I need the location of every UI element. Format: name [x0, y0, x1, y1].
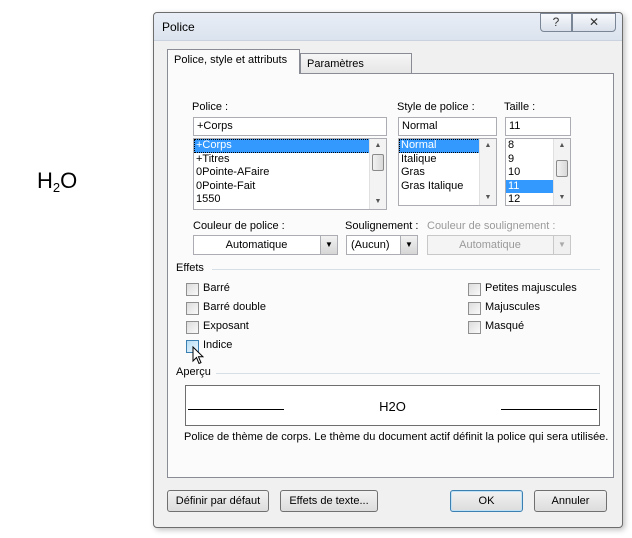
tab-label: Police, style et attributs	[174, 54, 288, 66]
strikethrough-label[interactable]: Barré	[203, 282, 230, 294]
underline-value: (Aucun)	[351, 239, 390, 251]
dialog-title: Police	[162, 20, 195, 34]
scroll-down-icon[interactable]: ▼	[554, 191, 570, 205]
preview-sample: H2O	[379, 399, 406, 414]
style-label: Style de police :	[397, 101, 475, 113]
style-list[interactable]: Normal Italique Gras Gras Italique ▲ ▼	[398, 138, 497, 206]
size-label: Taille :	[504, 101, 536, 113]
all-caps-label[interactable]: Majuscules	[485, 301, 540, 313]
checkbox-superscript[interactable]	[186, 321, 199, 334]
checkbox-strikethrough[interactable]	[186, 283, 199, 296]
size-input[interactable]: 11	[505, 117, 571, 136]
chevron-down-icon: ▼	[553, 236, 570, 254]
font-list-item[interactable]: 0Pointe-AFaire	[194, 166, 386, 180]
scroll-thumb[interactable]	[556, 160, 568, 177]
preview-heading: Aperçu	[176, 366, 211, 378]
checkbox-small-caps[interactable]	[468, 283, 481, 296]
size-list[interactable]: 8 9 10 11 12 ▲ ▼	[505, 138, 571, 206]
double-strikethrough-label[interactable]: Barré double	[203, 301, 266, 313]
font-label: Police :	[192, 101, 229, 113]
scroll-up-icon[interactable]: ▲	[480, 139, 496, 153]
cancel-button[interactable]: Annuler	[534, 490, 607, 512]
underline-select[interactable]: (Aucun) ▼	[346, 235, 418, 255]
checkbox-all-caps[interactable]	[468, 302, 481, 315]
close-icon: ✕	[588, 15, 600, 29]
scroll-thumb[interactable]	[372, 154, 384, 171]
title-bar[interactable]: Police ? ✕	[154, 13, 622, 41]
font-dialog: Police ? ✕ Police, style et attributs Pa…	[153, 12, 623, 528]
section-divider	[212, 269, 600, 270]
font-list-item[interactable]: +Titres	[194, 153, 386, 167]
preview-baseline-right	[501, 409, 597, 410]
close-button[interactable]: ✕	[572, 13, 616, 32]
underline-color-value: Automatique	[459, 239, 521, 251]
underline-label: Soulignement :	[345, 220, 419, 232]
section-divider	[216, 373, 600, 374]
tab-advanced-settings[interactable]: Paramètres avancés	[300, 53, 412, 90]
chevron-down-icon[interactable]: ▼	[400, 236, 417, 254]
help-icon: ?	[552, 15, 560, 29]
superscript-label[interactable]: Exposant	[203, 320, 249, 332]
text-effects-button[interactable]: Effets de texte...	[280, 490, 378, 512]
font-color-label: Couleur de police :	[193, 220, 285, 232]
checkbox-hidden[interactable]	[468, 321, 481, 334]
help-button[interactable]: ?	[540, 13, 572, 32]
underline-color-label: Couleur de soulignement :	[427, 220, 556, 232]
font-input[interactable]: +Corps	[193, 117, 387, 136]
mouse-pointer-icon	[192, 346, 204, 365]
font-color-select[interactable]: Automatique ▼	[193, 235, 338, 255]
chevron-down-icon[interactable]: ▼	[320, 236, 337, 254]
hidden-label[interactable]: Masqué	[485, 320, 524, 332]
set-default-button[interactable]: Définir par défaut	[167, 490, 269, 512]
font-list[interactable]: +Corps +Titres 0Pointe-AFaire 0Pointe-Fa…	[193, 138, 387, 210]
subscript-label[interactable]: Indice	[203, 339, 232, 351]
style-list-scrollbar[interactable]: ▲ ▼	[479, 139, 496, 205]
scroll-up-icon[interactable]: ▲	[370, 139, 386, 153]
formula-main: H	[37, 168, 53, 193]
document-formula: H2O	[37, 168, 77, 195]
tab-font-style-attributes[interactable]: Police, style et attributs	[167, 49, 300, 74]
formula-tail: O	[60, 168, 78, 193]
ok-button[interactable]: OK	[450, 490, 523, 512]
font-list-scrollbar[interactable]: ▲ ▼	[369, 139, 386, 209]
preview-description: Police de thème de corps. Le thème du do…	[184, 431, 609, 443]
preview-box: H2O	[185, 385, 600, 426]
scroll-up-icon[interactable]: ▲	[554, 139, 570, 153]
checkbox-double-strikethrough[interactable]	[186, 302, 199, 315]
underline-color-select: Automatique ▼	[427, 235, 571, 255]
effects-heading: Effets	[176, 262, 204, 274]
font-color-value: Automatique	[225, 239, 288, 251]
style-input[interactable]: Normal	[398, 117, 497, 136]
scroll-down-icon[interactable]: ▼	[480, 191, 496, 205]
font-list-item[interactable]: 1550	[194, 193, 386, 207]
font-list-item[interactable]: 0Pointe-Fait	[194, 180, 386, 194]
scroll-down-icon[interactable]: ▼	[370, 195, 386, 209]
small-caps-label[interactable]: Petites majuscules	[485, 282, 577, 294]
size-list-scrollbar[interactable]: ▲ ▼	[553, 139, 570, 205]
font-list-item[interactable]: +Corps	[194, 139, 386, 153]
